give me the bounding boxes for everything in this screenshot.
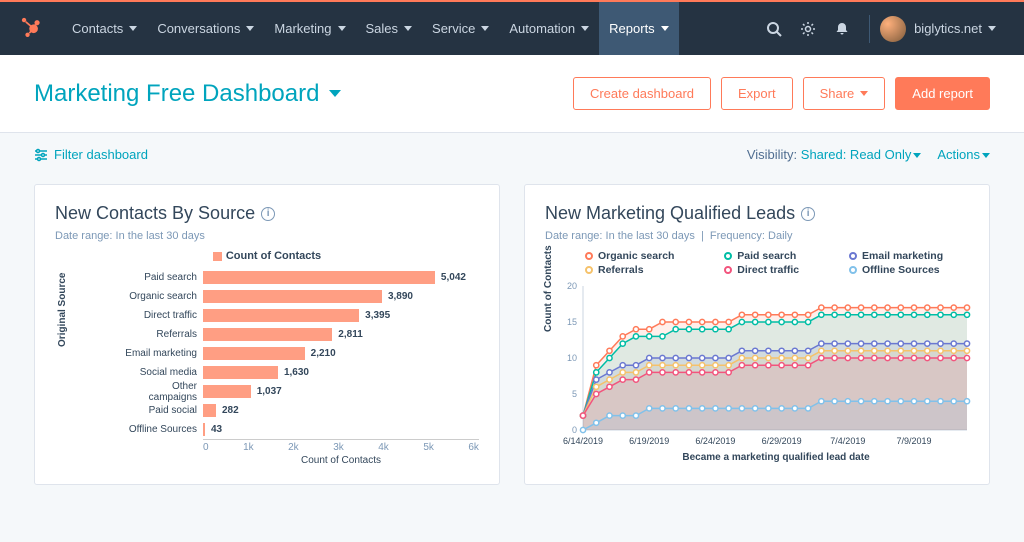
bar-category: Email marketing bbox=[123, 348, 203, 359]
bar-category: Referrals bbox=[123, 329, 203, 340]
chevron-down-icon bbox=[329, 90, 341, 97]
svg-text:5: 5 bbox=[572, 389, 577, 399]
subheader: Filter dashboard Visibility: Shared: Rea… bbox=[0, 133, 1024, 176]
bar-fill[interactable] bbox=[203, 366, 278, 379]
top-nav: ContactsConversationsMarketingSalesServi… bbox=[0, 2, 1024, 55]
y-axis-label: Count of Contacts bbox=[543, 245, 554, 332]
card-title: New Contacts By Sourcei bbox=[55, 203, 479, 224]
legend-item[interactable]: Email marketing bbox=[849, 250, 969, 262]
bar-row: Other campaigns 1,037 bbox=[123, 382, 479, 401]
filter-dashboard-button[interactable]: Filter dashboard bbox=[34, 147, 148, 162]
account-switcher[interactable]: biglytics.net bbox=[906, 2, 1006, 55]
bar-category: Direct traffic bbox=[123, 310, 203, 321]
x-axis-label: Became a marketing qualified lead date bbox=[583, 452, 969, 463]
info-icon[interactable]: i bbox=[801, 207, 815, 221]
bar-row: Paid search 5,042 bbox=[123, 268, 479, 287]
bar-row: Email marketing 2,210 bbox=[123, 344, 479, 363]
legend-item[interactable]: Organic search bbox=[585, 250, 700, 262]
y-axis-label: Original Source bbox=[57, 273, 68, 347]
bar-value: 3,395 bbox=[359, 310, 390, 321]
visibility-label: Visibility: bbox=[747, 147, 797, 162]
search-icon[interactable] bbox=[765, 20, 783, 38]
bar-row: Paid social 282 bbox=[123, 401, 479, 420]
svg-text:6/24/2019: 6/24/2019 bbox=[695, 436, 735, 446]
bar-category: Social media bbox=[123, 367, 203, 378]
bar-row: Direct traffic 3,395 bbox=[123, 306, 479, 325]
bar-category: Organic search bbox=[123, 291, 203, 302]
bar-value: 2,210 bbox=[305, 348, 336, 359]
export-button[interactable]: Export bbox=[721, 77, 793, 110]
bar-value: 282 bbox=[216, 405, 239, 416]
filter-icon bbox=[34, 148, 48, 162]
nav-item-conversations[interactable]: Conversations bbox=[147, 2, 264, 55]
bar-fill[interactable] bbox=[203, 290, 382, 303]
card-new-contacts-by-source: New Contacts By Sourcei Date range: In t… bbox=[34, 184, 500, 485]
svg-text:6/19/2019: 6/19/2019 bbox=[629, 436, 669, 446]
bar-fill[interactable] bbox=[203, 404, 216, 417]
bar-fill[interactable] bbox=[203, 309, 359, 322]
card-meta: Date range: In the last 30 days | Freque… bbox=[545, 230, 969, 242]
bar-row: Organic search 3,890 bbox=[123, 287, 479, 306]
legend-item[interactable]: Offline Sources bbox=[849, 264, 969, 276]
svg-text:6/14/2019: 6/14/2019 bbox=[563, 436, 603, 446]
bar-fill[interactable] bbox=[203, 347, 305, 360]
add-report-button[interactable]: Add report bbox=[895, 77, 990, 110]
page-header: Marketing Free Dashboard Create dashboar… bbox=[0, 55, 1024, 133]
chart-legend: Count of Contacts bbox=[55, 250, 479, 262]
legend-item[interactable]: Direct traffic bbox=[724, 264, 825, 276]
bar-row: Offline Sources43 bbox=[123, 420, 479, 439]
nav-item-contacts[interactable]: Contacts bbox=[62, 2, 147, 55]
bar-row: Referrals 2,811 bbox=[123, 325, 479, 344]
visibility-value[interactable]: Shared: Read Only bbox=[801, 147, 922, 162]
bar-fill[interactable] bbox=[203, 385, 251, 398]
share-button[interactable]: Share bbox=[803, 77, 886, 110]
svg-text:10: 10 bbox=[567, 353, 577, 363]
line-chart: 0 5 10 15 20 6/14/2019 6/19/2019 6/24/2019 6/29/… bbox=[553, 280, 973, 450]
bar-category: Offline Sources bbox=[123, 424, 203, 435]
actions-dropdown[interactable]: Actions bbox=[937, 147, 990, 162]
svg-text:6/29/2019: 6/29/2019 bbox=[762, 436, 802, 446]
avatar[interactable] bbox=[880, 16, 906, 42]
bell-icon[interactable] bbox=[833, 20, 851, 38]
svg-text:15: 15 bbox=[567, 317, 577, 327]
card-title: New Marketing Qualified Leadsi bbox=[545, 203, 969, 224]
svg-text:7/9/2019: 7/9/2019 bbox=[897, 436, 932, 446]
bar-chart: Original Source Paid search5,042Organic … bbox=[67, 268, 479, 466]
svg-text:0: 0 bbox=[572, 425, 577, 435]
bar-value: 3,890 bbox=[382, 291, 413, 302]
nav-item-reports[interactable]: Reports bbox=[599, 2, 679, 55]
chart-legend: Organic search Paid search Email marketing… bbox=[585, 250, 969, 276]
card-new-marketing-qualified-leads: New Marketing Qualified Leadsi Date rang… bbox=[524, 184, 990, 485]
create-dashboard-button[interactable]: Create dashboard bbox=[573, 77, 711, 110]
bar-category: Paid search bbox=[123, 272, 203, 283]
bar-row: Social media 1,630 bbox=[123, 363, 479, 382]
page-title[interactable]: Marketing Free Dashboard bbox=[34, 80, 341, 108]
hubspot-logo[interactable] bbox=[18, 14, 44, 43]
legend-item[interactable]: Paid search bbox=[724, 250, 825, 262]
nav-item-service[interactable]: Service bbox=[422, 2, 499, 55]
nav-item-automation[interactable]: Automation bbox=[499, 2, 599, 55]
x-axis-label: Count of Contacts bbox=[203, 455, 479, 466]
nav-item-marketing[interactable]: Marketing bbox=[264, 2, 355, 55]
info-icon[interactable]: i bbox=[261, 207, 275, 221]
bar-value: 1,037 bbox=[251, 386, 282, 397]
card-meta: Date range: In the last 30 days bbox=[55, 230, 479, 242]
gear-icon[interactable] bbox=[799, 20, 817, 38]
svg-text:7/4/2019: 7/4/2019 bbox=[830, 436, 865, 446]
bar-value: 2,811 bbox=[332, 329, 362, 340]
bar-category: Paid social bbox=[123, 405, 203, 416]
bar-value: 1,630 bbox=[278, 367, 309, 378]
bar-category: Other campaigns bbox=[123, 381, 203, 403]
bar-fill[interactable] bbox=[203, 328, 332, 341]
bar-value: 5,042 bbox=[435, 272, 466, 283]
bar-fill[interactable] bbox=[203, 271, 435, 284]
x-axis-ticks: 01k2k3k4k5k6k bbox=[203, 439, 479, 453]
bar-value: 43 bbox=[205, 424, 222, 435]
svg-text:20: 20 bbox=[567, 281, 577, 291]
legend-item[interactable]: Referrals bbox=[585, 264, 700, 276]
nav-item-sales[interactable]: Sales bbox=[356, 2, 423, 55]
